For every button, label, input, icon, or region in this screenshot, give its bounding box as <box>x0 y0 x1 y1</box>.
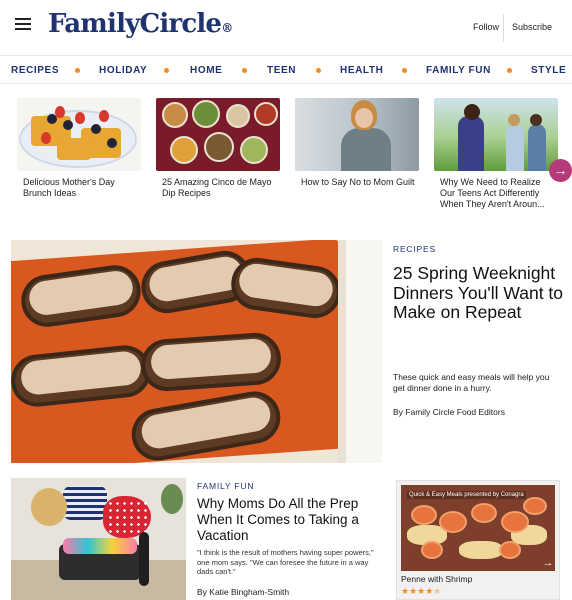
carousel-next-button[interactable]: → <box>549 159 572 182</box>
article-quote: "I think is the result of mothers having… <box>197 548 374 576</box>
card-caption[interactable]: Delicious Mother's Day Brunch Ideas <box>17 177 141 199</box>
feature-byline: By Family Circle Food Editors <box>393 407 505 417</box>
carousel-card[interactable]: Delicious Mother's Day Brunch Ideas <box>17 98 141 199</box>
nav-item-family-fun[interactable]: FAMILY FUN <box>426 65 491 76</box>
article-category[interactable]: FAMILY FUN <box>197 481 254 491</box>
card-caption[interactable]: How to Say No to Mom Guilt <box>295 177 419 188</box>
nav-separator <box>507 68 512 73</box>
carousel-card[interactable]: 25 Amazing Cinco de Mayo Dip Recipes <box>156 98 280 199</box>
nav-separator <box>316 68 321 73</box>
article-image[interactable] <box>11 478 186 600</box>
logo-text: FamilyCircle <box>48 9 222 39</box>
primary-nav: RECIPES HOLIDAY HOME TEEN HEALTH FAMILY … <box>0 57 572 84</box>
subscribe-link[interactable]: Subscribe <box>512 22 552 32</box>
widget-image[interactable]: Quick & Easy Meals presented by Conagra … <box>401 485 555 571</box>
follow-link[interactable]: Follow <box>473 22 499 32</box>
nav-separator <box>402 68 407 73</box>
card-thumbnail[interactable] <box>156 98 280 171</box>
site-logo[interactable]: FamilyCircle® <box>48 9 233 39</box>
feature-description: These quick and easy meals will help you… <box>393 372 550 393</box>
arrow-right-icon: → <box>553 162 568 178</box>
arrow-right-icon: → <box>542 557 554 569</box>
card-caption[interactable]: 25 Amazing Cinco de Mayo Dip Recipes <box>156 177 280 199</box>
header-divider <box>503 14 504 42</box>
carousel-card[interactable]: How to Say No to Mom Guilt <box>295 98 419 188</box>
widget-pager[interactable] <box>439 564 519 571</box>
site-header: FamilyCircle® Follow Subscribe <box>0 0 572 56</box>
rating-stars: ★★★★★ <box>401 586 441 597</box>
nav-item-teen[interactable]: TEEN <box>267 65 296 76</box>
article-headline[interactable]: Why Moms Do All the Prep When It Comes t… <box>197 496 382 544</box>
carousel-card[interactable]: Why We Need to Realize Our Teens Act Dif… <box>434 98 558 210</box>
card-thumbnail[interactable] <box>17 98 141 171</box>
feature-category[interactable]: RECIPES <box>393 244 436 254</box>
card-thumbnail[interactable] <box>295 98 419 171</box>
nav-item-home[interactable]: HOME <box>190 65 222 76</box>
nav-separator <box>164 68 169 73</box>
recipe-widget[interactable]: Quick & Easy Meals presented by Conagra … <box>396 480 560 600</box>
star-icon: ★★★★ <box>401 586 434 596</box>
widget-next-button[interactable]: → <box>542 557 554 569</box>
nav-separator <box>75 68 80 73</box>
half-star-icon: ★ <box>433 586 442 596</box>
feature-headline[interactable]: 25 Spring Weeknight Dinners You'll Want … <box>393 263 563 323</box>
nav-separator <box>242 68 247 73</box>
nav-item-health[interactable]: HEALTH <box>340 65 383 76</box>
widget-recipe-title[interactable]: Penne with Shrimp <box>401 574 472 584</box>
nav-item-recipes[interactable]: RECIPES <box>11 65 59 76</box>
article-byline: By Katie Bingham-Smith <box>197 587 290 597</box>
card-thumbnail[interactable] <box>434 98 558 171</box>
widget-banner: Quick & Easy Meals presented by Conagra <box>407 491 526 499</box>
menu-icon[interactable] <box>15 18 31 32</box>
logo-trademark: ® <box>221 21 233 35</box>
nav-item-style[interactable]: STYLE <box>531 65 566 76</box>
card-caption[interactable]: Why We Need to Realize Our Teens Act Dif… <box>434 177 558 210</box>
feature-image[interactable] <box>11 240 382 463</box>
nav-item-holiday[interactable]: HOLIDAY <box>99 65 147 76</box>
